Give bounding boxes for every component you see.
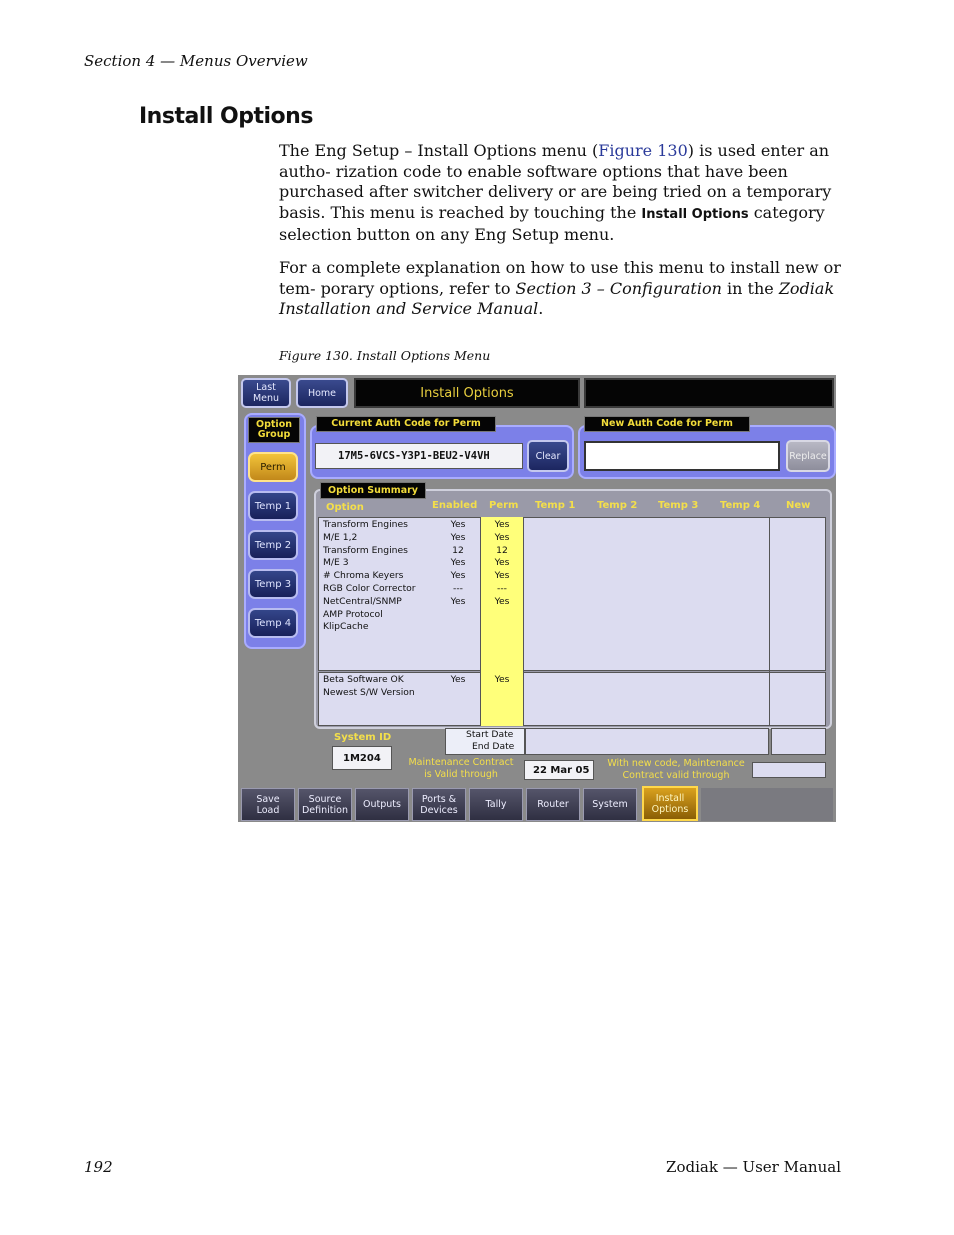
- option-row-name: M/E 3: [323, 557, 349, 569]
- intro-paragraph: The Eng Setup – Install Options menu (Fi…: [279, 141, 841, 246]
- option-row-name: KlipCache: [323, 621, 369, 633]
- reference-paragraph: For a complete explanation on how to use…: [279, 258, 841, 320]
- system-id-field: 1M204: [332, 746, 392, 770]
- option-row-name: # Chroma Keyers: [323, 570, 404, 582]
- page-number: 192: [84, 1158, 113, 1176]
- inline-button-name: Install Options: [641, 206, 749, 222]
- figure-caption: Figure 130. Install Options Menu: [279, 348, 491, 363]
- tab-tally[interactable]: Tally: [469, 788, 523, 821]
- group-temp1-button[interactable]: Temp 1: [248, 491, 298, 521]
- tab-source-definition[interactable]: Source Definition: [298, 788, 352, 821]
- option-row-name: RGB Color Corrector: [323, 582, 416, 594]
- footer-manual-title: Zodiak — User Manual: [666, 1158, 841, 1176]
- replace-button[interactable]: Replace: [786, 440, 830, 472]
- tab-system[interactable]: System: [583, 788, 637, 821]
- enabled-value: Yes: [450, 570, 466, 582]
- para-text: in the: [721, 278, 779, 298]
- tab-bar-filler: [701, 788, 833, 821]
- enabled-value: Yes: [450, 674, 466, 685]
- option-list: Transform Engines M/E 1,2 Transform Engi…: [323, 519, 416, 634]
- option-row-name: Beta Software OK: [323, 674, 404, 685]
- perm-value: Yes: [494, 674, 510, 685]
- col-temp1-header: Temp 1: [535, 500, 576, 511]
- col-temp3-header: Temp 3: [658, 500, 699, 511]
- col-option-header: Option: [326, 502, 364, 513]
- software-enabled: Yes: [440, 674, 476, 687]
- perm-value: 12: [496, 544, 508, 556]
- start-date-label: Start Date: [466, 729, 514, 740]
- para-text: The Eng Setup – Install Options menu (: [279, 141, 599, 160]
- perm-value: Yes: [494, 519, 510, 530]
- page-title: Install Options: [139, 104, 313, 129]
- running-header: Section 4 — Menus Overview: [84, 52, 308, 70]
- enabled-list: Yes Yes 12 Yes Yes --- Yes: [440, 519, 476, 609]
- tab-ports-devices[interactable]: Ports & Devices: [412, 788, 466, 821]
- new-maintenance-label: With new code, Maintenance Contract vali…: [607, 758, 745, 781]
- option-row-name: AMP Protocol: [323, 608, 383, 620]
- col-enabled-header: Enabled: [432, 500, 478, 511]
- option-row-name: M/E 1,2: [323, 531, 358, 543]
- enabled-value: Yes: [450, 595, 466, 607]
- clear-button[interactable]: Clear: [527, 440, 569, 472]
- tab-router[interactable]: Router: [526, 788, 580, 821]
- perm-value: Yes: [494, 557, 510, 569]
- column-divider: [769, 517, 770, 726]
- para-text: .: [538, 299, 544, 318]
- option-row-name: Transform Engines: [323, 544, 408, 556]
- option-row-name: Transform Engines: [323, 519, 408, 530]
- install-options-menu-screenshot: Last Menu Home Install Options Option Gr…: [238, 375, 836, 822]
- group-perm-button[interactable]: Perm: [248, 452, 298, 482]
- menu-title-bar: Install Options: [354, 378, 580, 408]
- software-perm: Yes: [484, 674, 520, 687]
- option-row-name: NetCentral/SNMP: [323, 595, 402, 607]
- option-summary-label: Option Summary: [320, 482, 426, 499]
- maintenance-label: Maintenance Contract is Valid through: [408, 757, 514, 780]
- date-values-box: [525, 728, 769, 755]
- tab-install-options[interactable]: Install Options: [642, 786, 698, 821]
- col-temp4-header: Temp 4: [720, 500, 761, 511]
- new-auth-code-input[interactable]: [584, 441, 780, 471]
- home-button[interactable]: Home: [296, 378, 348, 408]
- group-temp4-button[interactable]: Temp 4: [248, 608, 298, 638]
- col-temp2-header: Temp 2: [597, 500, 638, 511]
- option-group-label: Option Group: [248, 417, 300, 443]
- system-id-label: System ID: [334, 732, 392, 743]
- perm-list: Yes Yes 12 Yes Yes --- Yes: [484, 519, 520, 609]
- new-maintenance-date-field: [752, 762, 826, 778]
- group-temp3-button[interactable]: Temp 3: [248, 569, 298, 599]
- enabled-value: Yes: [450, 531, 466, 543]
- perm-value: Yes: [494, 531, 510, 543]
- end-date-label: End Date: [472, 741, 515, 752]
- col-new-header: New: [786, 500, 811, 511]
- enabled-value: ---: [453, 582, 463, 594]
- enabled-value: Yes: [450, 557, 466, 569]
- perm-value: Yes: [494, 595, 510, 607]
- figure-link[interactable]: Figure 130: [598, 141, 688, 160]
- new-code-label: New Auth Code for Perm: [584, 416, 750, 432]
- software-list: Beta Software OK Newest S/W Version: [323, 674, 415, 700]
- current-code-label: Current Auth Code for Perm: [316, 416, 496, 432]
- current-auth-code-field: 17M5-6VCS-Y3P1-BEU2-V4VH: [315, 443, 523, 469]
- tab-save-load[interactable]: Save Load: [241, 788, 295, 821]
- col-perm-header: Perm: [489, 500, 519, 511]
- enabled-value: 12: [452, 544, 464, 556]
- section-reference: Section 3 – Configuration: [515, 278, 722, 298]
- new-date-box: [771, 728, 826, 755]
- maintenance-date-field: 22 Mar 05: [524, 760, 594, 780]
- last-menu-button[interactable]: Last Menu: [241, 378, 291, 408]
- option-row-name: Newest S/W Version: [323, 686, 415, 698]
- perm-value: ---: [497, 582, 507, 594]
- group-temp2-button[interactable]: Temp 2: [248, 530, 298, 560]
- tab-outputs[interactable]: Outputs: [355, 788, 409, 821]
- perm-value: Yes: [494, 570, 510, 582]
- menu-status-bar: [584, 378, 834, 408]
- enabled-value: Yes: [450, 519, 466, 530]
